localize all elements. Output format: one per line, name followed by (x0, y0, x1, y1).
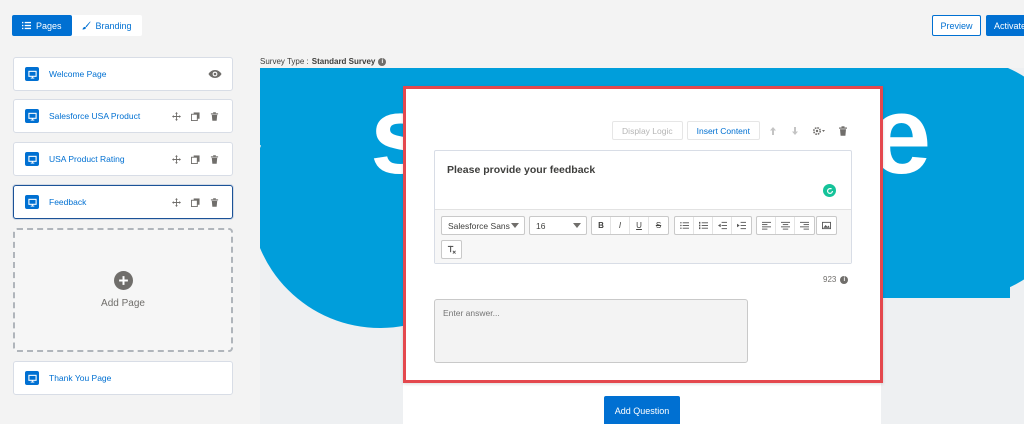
view-tabs: Pages Branding (12, 15, 142, 36)
indent-decrease-icon[interactable] (713, 217, 732, 234)
tab-branding-label: Branding (95, 20, 132, 31)
question-toolbar: Display Logic Insert Content (612, 121, 852, 140)
survey-type-value: Standard Survey (311, 57, 376, 66)
bullet-list-icon[interactable] (675, 217, 694, 234)
arrow-down-icon[interactable] (786, 121, 804, 140)
list-buttons (674, 216, 752, 235)
indent-increase-icon[interactable] (732, 217, 751, 234)
sidebar-item-label: Thank You Page (49, 373, 112, 383)
underline-button[interactable]: U (630, 217, 649, 234)
tab-branding[interactable]: Branding (72, 15, 142, 36)
chevron-down-icon (573, 223, 581, 228)
numbered-list-icon[interactable] (694, 217, 713, 234)
tab-pages-label: Pages (36, 20, 62, 31)
desktop-icon (25, 109, 39, 123)
info-icon[interactable]: i (378, 57, 387, 66)
trash-icon[interactable] (209, 197, 220, 208)
clear-format-icon[interactable] (442, 241, 461, 258)
desktop-icon (25, 67, 39, 81)
italic-button[interactable]: I (611, 217, 630, 234)
add-page-button[interactable]: Add Page (13, 228, 233, 352)
sidebar-item-feedback[interactable]: Feedback (13, 185, 233, 219)
trash-icon[interactable] (209, 111, 220, 122)
sidebar-item-label: Welcome Page (49, 69, 107, 79)
sidebar-item-usa-product-rating[interactable]: USA Product Rating (13, 142, 233, 176)
copy-icon[interactable] (190, 154, 201, 165)
sidebar-item-welcome-page[interactable]: Welcome Page (13, 57, 233, 91)
character-count: 923 i (823, 275, 849, 284)
sidebar-item-label: Salesforce USA Product (49, 111, 141, 121)
font-size-select[interactable]: 16 (529, 216, 587, 235)
clear-format-group (441, 240, 462, 259)
gear-icon[interactable] (808, 121, 830, 140)
sidebar-item-label: Feedback (49, 197, 87, 207)
copy-icon[interactable] (190, 197, 201, 208)
align-left-icon[interactable] (757, 217, 776, 234)
rich-text-toolbar: Salesforce Sans 16 B I U S (435, 209, 851, 263)
question-card[interactable]: Display Logic Insert Content Please prov… (403, 86, 883, 383)
image-icon[interactable] (817, 217, 836, 234)
plus-icon (113, 271, 133, 290)
trash-icon[interactable] (209, 154, 220, 165)
insert-content-button[interactable]: Insert Content (686, 121, 760, 140)
align-right-icon[interactable] (795, 217, 814, 234)
survey-type: Survey Type : Standard Survey i (260, 57, 387, 66)
align-buttons (756, 216, 815, 235)
character-count-value: 923 (823, 275, 837, 284)
chevron-down-icon (511, 223, 519, 228)
sidebar-item-thank-you-page[interactable]: Thank You Page (13, 361, 233, 395)
add-question-button[interactable]: Add Question (604, 396, 680, 424)
question-text[interactable]: Please provide your feedback (447, 164, 595, 176)
move-icon[interactable] (171, 197, 182, 208)
strikethrough-button[interactable]: S (649, 217, 668, 234)
grammarly-icon[interactable] (823, 184, 836, 197)
align-center-icon[interactable] (776, 217, 795, 234)
copy-icon[interactable] (190, 111, 201, 122)
font-family-select[interactable]: Salesforce Sans (441, 216, 525, 235)
move-icon[interactable] (171, 111, 182, 122)
brush-icon (81, 21, 91, 30)
media-buttons (816, 216, 837, 235)
eye-icon[interactable] (208, 68, 222, 80)
page-actions (171, 111, 220, 122)
sidebar-item-salesforce-usa-product[interactable]: Salesforce USA Product (13, 99, 233, 133)
page-actions (171, 197, 220, 208)
sidebar-item-label: USA Product Rating (49, 154, 125, 164)
survey-type-prefix: Survey Type : (260, 57, 309, 66)
font-family-value: Salesforce Sans (448, 220, 510, 231)
desktop-icon (25, 195, 39, 209)
page-actions (171, 154, 220, 165)
format-buttons: B I U S (591, 216, 669, 235)
answer-input[interactable] (434, 299, 748, 363)
activate-button[interactable]: Activate (986, 15, 1024, 36)
font-size-value: 16 (536, 220, 546, 231)
display-logic-button[interactable]: Display Logic (612, 121, 683, 140)
trash-icon[interactable] (834, 121, 852, 140)
preview-button[interactable]: Preview (932, 15, 981, 36)
desktop-icon (25, 152, 39, 166)
arrow-up-icon[interactable] (764, 121, 782, 140)
add-page-label: Add Page (101, 298, 145, 309)
info-icon[interactable]: i (840, 275, 849, 284)
tab-pages[interactable]: Pages (12, 15, 72, 36)
list-icon (22, 21, 31, 30)
bold-button[interactable]: B (592, 217, 611, 234)
question-editor[interactable]: Please provide your feedback Salesforce … (434, 150, 852, 264)
desktop-icon (25, 371, 39, 385)
move-icon[interactable] (171, 154, 182, 165)
